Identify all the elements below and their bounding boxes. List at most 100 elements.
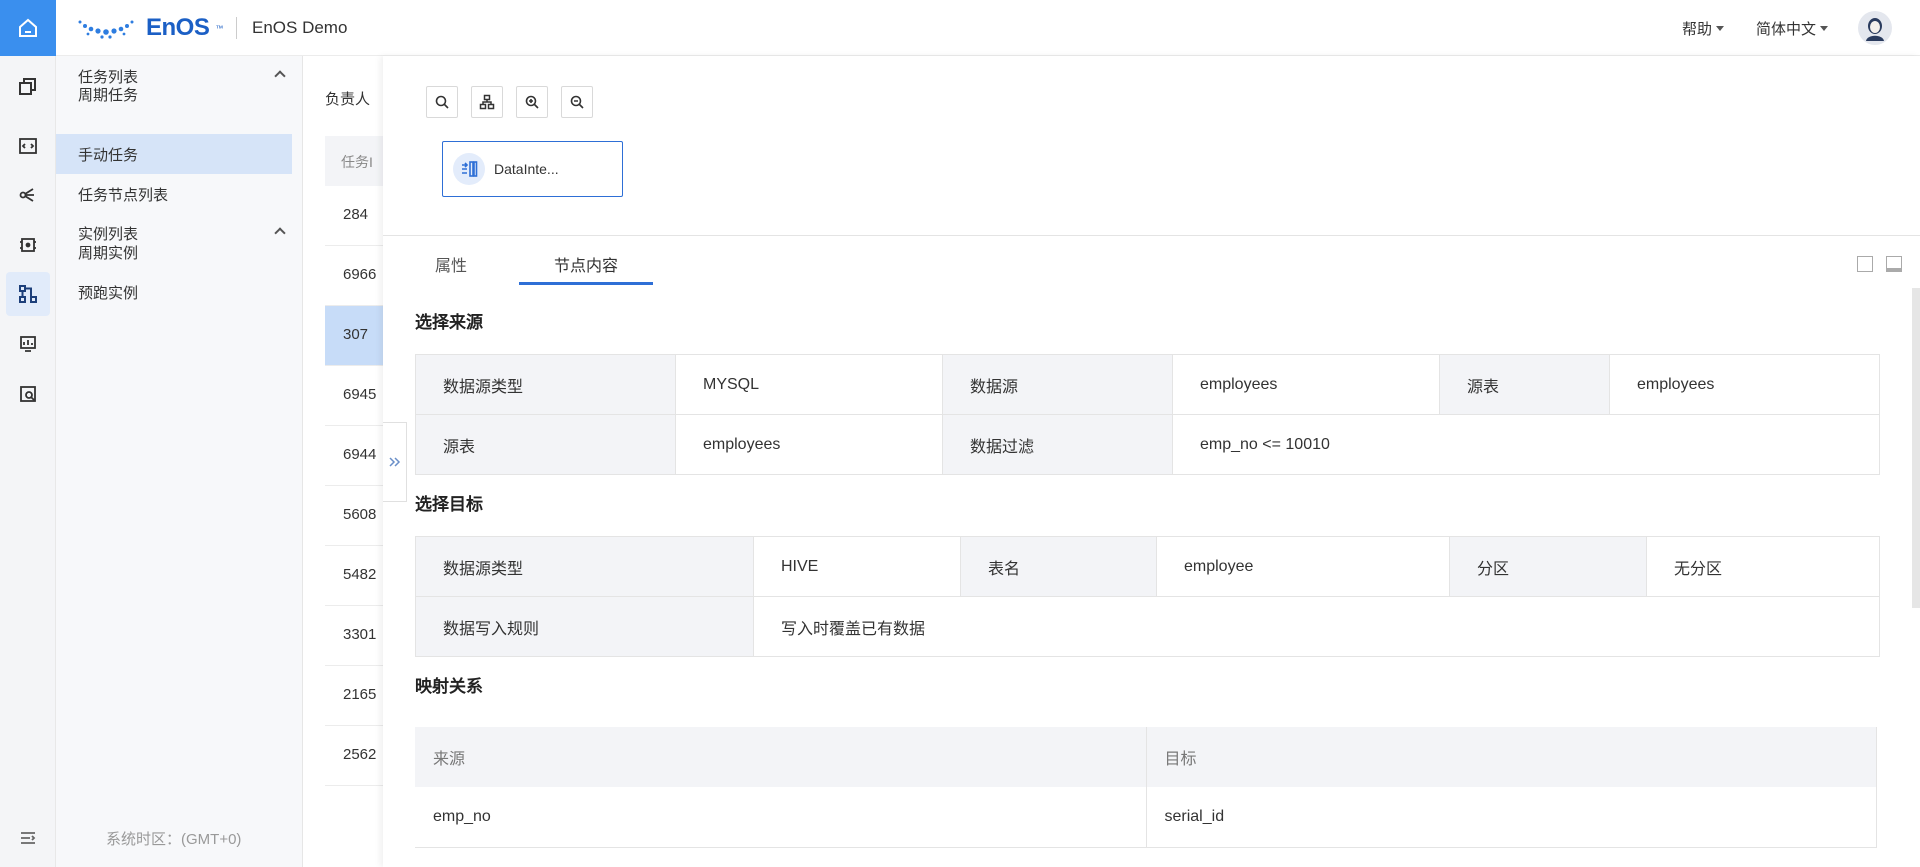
data-integration-icon (453, 153, 485, 185)
scrollbar[interactable] (1912, 288, 1920, 608)
home-button[interactable] (0, 0, 56, 56)
home-icon (19, 18, 37, 37)
search-icon (435, 95, 449, 109)
language-menu[interactable]: 简体中文 (1756, 18, 1829, 39)
task-id-cell: 2165 (343, 686, 377, 703)
double-chevron-right-icon (388, 457, 400, 467)
source-section-title: 选择来源 (415, 313, 483, 332)
brand-name: EnOS (146, 14, 210, 41)
hierarchy-icon (479, 94, 495, 110)
nav-item-task-node-list[interactable]: 任务节点列表 (56, 174, 292, 214)
zoom-in-button[interactable] (516, 86, 548, 118)
task-id-cell: 6944 (343, 446, 377, 463)
tab-properties[interactable]: 属性 (435, 252, 467, 276)
logo-dots-icon (78, 20, 134, 39)
cube-stack-button[interactable] (14, 72, 42, 100)
left-navigation: 任务列表 周期任务 手动任务 任务节点列表 实例列表 周期实例 预跑实例 系统时… (56, 56, 303, 867)
write-rule-label: 数据写入规则 (415, 596, 754, 657)
help-menu[interactable]: 帮助 (1682, 18, 1725, 39)
source-table-value: employees (1609, 354, 1880, 415)
caret-down-icon (1716, 26, 1725, 31)
maximize-panel-icon[interactable] (1857, 256, 1873, 272)
dashboard-button[interactable] (14, 330, 42, 358)
table-row[interactable]: 3301 (325, 606, 383, 666)
task-id-cell: 6966 (343, 266, 377, 283)
mapping-table: 来源 目标 emp_no serial_id (415, 727, 1877, 848)
nav-item-periodic-task[interactable]: 周期任务 (56, 74, 292, 114)
zoom-out-button[interactable] (561, 86, 593, 118)
table-row[interactable]: 5608 (325, 486, 383, 546)
task-id-cell: 3301 (343, 626, 377, 643)
table-row-selected[interactable]: 307 (325, 306, 383, 366)
target-config-table: 数据源类型 HIVE 表名 employee 分区 无分区 数据写入规则 写入时… (415, 536, 1880, 657)
active-tab-indicator (519, 282, 653, 285)
mapping-section-title: 映射关系 (415, 677, 483, 696)
task-id-cell: 2562 (343, 746, 377, 763)
target-type-value: HIVE (753, 536, 961, 597)
data-filter-label: 数据过滤 (942, 414, 1173, 475)
dashboard-icon (20, 336, 36, 352)
task-id-header-text: 任务I (341, 154, 373, 170)
icon-rail (0, 0, 56, 867)
nav-item-manual-task[interactable]: 手动任务 (56, 134, 292, 174)
partition-value: 无分区 (1646, 536, 1880, 597)
source-table-label-2: 源表 (415, 414, 676, 475)
table-row[interactable]: 6944 (325, 426, 383, 486)
enos-logo[interactable]: EnOS ™ (76, 14, 223, 42)
language-label: 简体中文 (1756, 21, 1817, 38)
task-id-cell: 307 (343, 326, 369, 343)
menu-toggle-icon (21, 832, 36, 844)
nav-item-prerun-instance[interactable]: 预跑实例 (56, 272, 292, 312)
task-list-background: 负责人 任务I 284 6966 307 6945 6944 5608 5482… (303, 56, 383, 867)
table-row[interactable]: 6945 (325, 366, 383, 426)
source-table-label: 源表 (1439, 354, 1610, 415)
node-label: DataInte... (494, 161, 559, 177)
table-row[interactable]: 284 (325, 186, 383, 246)
panel-divider (383, 235, 1920, 236)
search-node-button[interactable] (426, 86, 458, 118)
collapse-drawer-button[interactable] (383, 422, 407, 502)
tree-icon (19, 188, 34, 202)
target-type-label: 数据源类型 (415, 536, 754, 597)
avatar[interactable] (1858, 11, 1892, 45)
code-icon (19, 138, 37, 154)
task-id-cell: 284 (343, 206, 369, 223)
workflow-icon (19, 285, 37, 303)
minimize-panel-icon[interactable] (1886, 256, 1902, 272)
code-button[interactable] (14, 132, 42, 160)
zoom-out-icon (570, 95, 584, 109)
task-id-cell: 6945 (343, 386, 377, 403)
analytics-button[interactable] (14, 380, 42, 408)
task-id-cell: 5482 (343, 566, 377, 583)
data-filter-value: emp_no <= 10010 (1172, 414, 1880, 475)
table-name-label: 表名 (960, 536, 1157, 597)
timezone-label: 系统时区：(GMT+0) (106, 831, 242, 848)
task-id-header: 任务I (325, 136, 383, 186)
table-row[interactable]: 2562 (325, 726, 383, 786)
auto-layout-button[interactable] (471, 86, 503, 118)
analytics-icon (20, 386, 36, 402)
task-detail-drawer: DataInte... 属性 节点内容 选择来源 数据源类型 MYSQL 数据源… (383, 56, 1920, 867)
org-name: EnOS Demo (252, 18, 348, 37)
table-row[interactable]: 2165 (325, 666, 383, 726)
top-header: EnOS ™ EnOS Demo 帮助 简体中文 (56, 0, 1920, 56)
workflow-button[interactable] (6, 272, 50, 316)
table-row[interactable]: 6966 (325, 246, 383, 306)
datasource-label: 数据源 (942, 354, 1173, 415)
chip-icon (20, 238, 36, 252)
chip-button[interactable] (14, 231, 42, 259)
menu-toggle-button[interactable] (14, 824, 42, 852)
source-type-value: MYSQL (675, 354, 943, 415)
mapping-source-header: 来源 (415, 727, 1147, 787)
partition-label: 分区 (1449, 536, 1647, 597)
task-id-cell: 5608 (343, 506, 377, 523)
tree-button[interactable] (14, 181, 42, 209)
table-row[interactable]: 5482 (325, 546, 383, 606)
help-label: 帮助 (1682, 21, 1713, 38)
table-row[interactable]: emp_no serial_id (415, 787, 1877, 848)
tab-node-content[interactable]: 节点内容 (554, 252, 618, 276)
data-integration-node[interactable]: DataInte... (442, 141, 623, 197)
trademark: ™ (215, 23, 224, 33)
nav-item-periodic-instance[interactable]: 周期实例 (56, 232, 292, 272)
mapping-target-header: 目标 (1146, 727, 1877, 787)
